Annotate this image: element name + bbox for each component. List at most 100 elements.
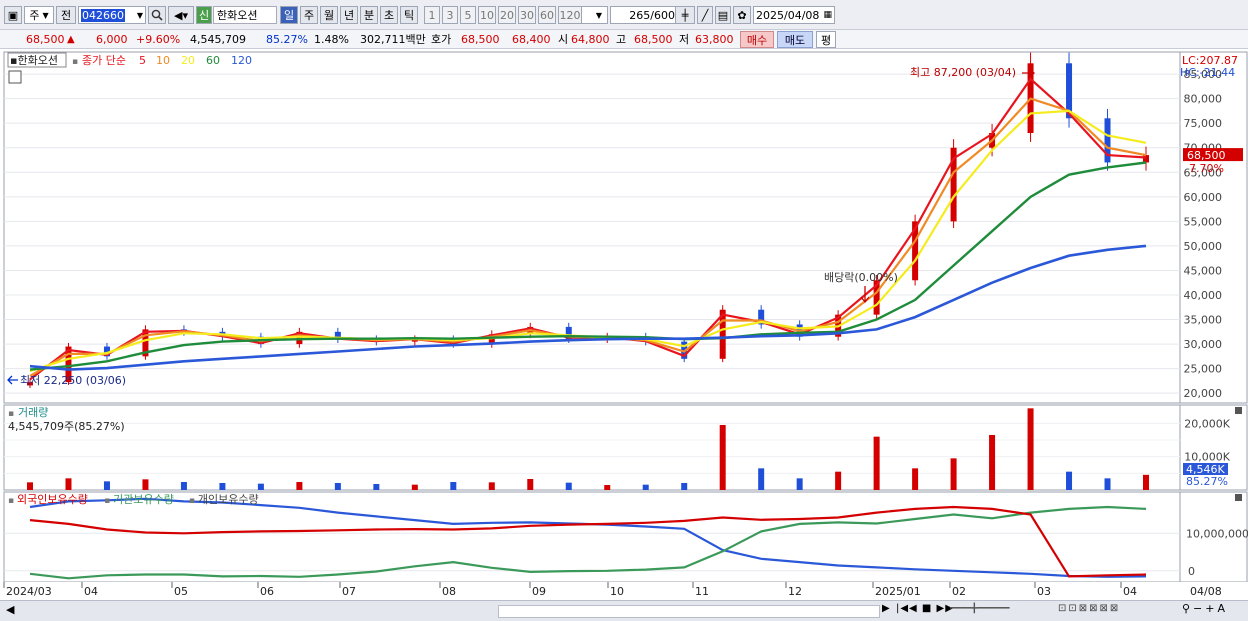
volume-bar bbox=[1027, 408, 1034, 490]
holdings-legend-label: 개인보유수량 bbox=[198, 493, 259, 506]
minute-button[interactable]: 3 bbox=[442, 6, 458, 24]
x-tick-label: 09 bbox=[532, 585, 546, 598]
draw-tool-icon[interactable]: ╱ bbox=[697, 6, 713, 24]
holdings-tick-label: 0 bbox=[1188, 565, 1195, 578]
volume-ratio: 85.27% bbox=[266, 33, 308, 46]
y-tick-label: 20,000 bbox=[1184, 387, 1223, 400]
legend-title: 종가 단순 bbox=[82, 54, 126, 67]
volume-bar bbox=[411, 484, 418, 490]
change-arrow: ▲ bbox=[67, 34, 75, 45]
scroll-left-icon[interactable]: ◀ bbox=[6, 603, 14, 616]
volume-bar bbox=[912, 468, 919, 490]
market-select[interactable]: 주 ▼ bbox=[24, 6, 54, 24]
legend-bullet: ▪ bbox=[104, 496, 110, 506]
high-label: 고 bbox=[616, 33, 627, 46]
chevron-down-icon: ▼ bbox=[42, 10, 49, 20]
period-button[interactable]: 분 bbox=[360, 6, 378, 24]
ask-price-1: 68,500 bbox=[461, 33, 500, 46]
hc-label: HC:-21.44 bbox=[1180, 66, 1235, 79]
volume-bar bbox=[450, 482, 457, 490]
volume-bar bbox=[296, 482, 303, 490]
high-price: 68,500 bbox=[634, 33, 673, 46]
y-tick-label: 55,000 bbox=[1184, 215, 1223, 228]
playback-controls-icon[interactable]: |◀◀ ■ ▶▶ bbox=[896, 603, 954, 614]
volume-title: 거래량 bbox=[18, 406, 48, 419]
holdings-legend-label: 기관보유수량 bbox=[113, 493, 174, 506]
chevron-down-icon: ▼ bbox=[595, 10, 603, 20]
save-icon[interactable]: ▤ bbox=[715, 6, 731, 24]
volume-bar bbox=[681, 483, 688, 490]
minute-button[interactable]: 20 bbox=[498, 6, 516, 24]
tool-icons[interactable]: ⊡⊡⊠⊠⊠⊠ bbox=[1058, 603, 1120, 614]
volume-bar bbox=[527, 479, 534, 490]
data-count-total: /600 bbox=[650, 8, 675, 22]
x-tick-label: 02 bbox=[952, 585, 966, 598]
volume-bar bbox=[257, 483, 264, 490]
minute-button[interactable]: 10 bbox=[478, 6, 496, 24]
market-select-label: 주 bbox=[29, 9, 40, 22]
legend-ma-label: 120 bbox=[231, 54, 252, 67]
volume-bar bbox=[1066, 471, 1073, 490]
open-label: 시 bbox=[558, 33, 569, 46]
minute-button[interactable]: 1 bbox=[424, 6, 440, 24]
period-button[interactable]: 월 bbox=[320, 6, 338, 24]
x-tick-label: 12 bbox=[788, 585, 802, 598]
x-tick-label: 2024/03 bbox=[6, 585, 52, 598]
chevron-down-icon: ▼ bbox=[136, 10, 143, 20]
scroll-thumb[interactable] bbox=[498, 605, 880, 618]
speaker-icon[interactable]: ◀▾ bbox=[168, 6, 194, 24]
evaluation-button[interactable]: 평 bbox=[816, 31, 836, 48]
minute-button[interactable]: 30 bbox=[518, 6, 536, 24]
volume-bar bbox=[565, 482, 572, 490]
turnover-rate: 1.48% bbox=[314, 33, 349, 46]
x-tick-label: 08 bbox=[442, 585, 456, 598]
calendar-icon: ▦ bbox=[823, 10, 832, 20]
volume-bar bbox=[219, 483, 226, 490]
legend-ma-label: 20 bbox=[181, 54, 195, 67]
x-tick-label: 2025/01 bbox=[875, 585, 921, 598]
gear-icon[interactable]: ✿ bbox=[733, 6, 751, 24]
search-icon[interactable] bbox=[148, 6, 166, 24]
y-tick-label: 60,000 bbox=[1184, 191, 1223, 204]
panel-frame bbox=[3, 404, 1181, 491]
window-menu-icon[interactable]: ▣ bbox=[4, 6, 22, 24]
panel-close-icon bbox=[1235, 494, 1242, 501]
data-count-field[interactable]: 265/600 bbox=[610, 6, 680, 24]
panel-close-icon bbox=[1235, 407, 1242, 414]
volume-bar bbox=[796, 478, 803, 490]
candle-body bbox=[1143, 155, 1149, 163]
low-label: 저 bbox=[679, 33, 690, 46]
buy-button[interactable]: 매수 bbox=[740, 31, 774, 48]
minute-button[interactable]: 120 bbox=[558, 6, 582, 24]
stock-name: 한화오션 bbox=[213, 6, 277, 24]
y-tick-label: 30,000 bbox=[1184, 338, 1223, 351]
volume-bar bbox=[989, 435, 996, 490]
date-input[interactable]: 2025/04/08 ▦ bbox=[753, 6, 835, 24]
zoom-slider-icon[interactable]: ━━━━╋━━━━━━ bbox=[950, 604, 1010, 614]
chart-scrollbar[interactable]: ◀ ▶ |◀◀ ■ ▶▶ ━━━━╋━━━━━━ ⊡⊡⊠⊠⊠⊠ ⚲−+A bbox=[0, 600, 1248, 621]
sell-button[interactable]: 매도 bbox=[777, 31, 813, 48]
period-button[interactable]: 틱 bbox=[400, 6, 418, 24]
minute-button[interactable]: 60 bbox=[538, 6, 556, 24]
volume-bar bbox=[950, 458, 957, 490]
volume-bar bbox=[334, 483, 341, 490]
period-button[interactable]: 주 bbox=[300, 6, 318, 24]
all-button[interactable]: 전 bbox=[56, 6, 76, 24]
legend-bullet: ▪ bbox=[8, 496, 14, 506]
y-tick-label: 40,000 bbox=[1184, 289, 1223, 302]
stock-chart[interactable]: 20,000 25,000 30,000 35,000 40,000 45,000 50,0… bbox=[0, 50, 1248, 600]
period-button[interactable]: 일 bbox=[280, 6, 298, 24]
y-tick-label: 80,000 bbox=[1184, 93, 1223, 106]
date-value: 2025/04/08 bbox=[756, 8, 820, 22]
scroll-right-icon[interactable]: ▶ bbox=[882, 603, 890, 614]
zoom-controls-icon[interactable]: ⚲−+A bbox=[1182, 602, 1228, 615]
trade-volume: 4,545,709 bbox=[190, 33, 246, 46]
period-button[interactable]: 초 bbox=[380, 6, 398, 24]
period-button[interactable]: 년 bbox=[340, 6, 358, 24]
volume-bar bbox=[488, 482, 495, 490]
candle-type-icon[interactable]: ╪ bbox=[675, 6, 695, 24]
chart-background bbox=[0, 51, 1248, 600]
minute-button[interactable]: 5 bbox=[460, 6, 476, 24]
trade-amount: 302,711백만 bbox=[360, 33, 426, 46]
stock-code-input[interactable]: 042660 ▼ bbox=[78, 6, 146, 24]
